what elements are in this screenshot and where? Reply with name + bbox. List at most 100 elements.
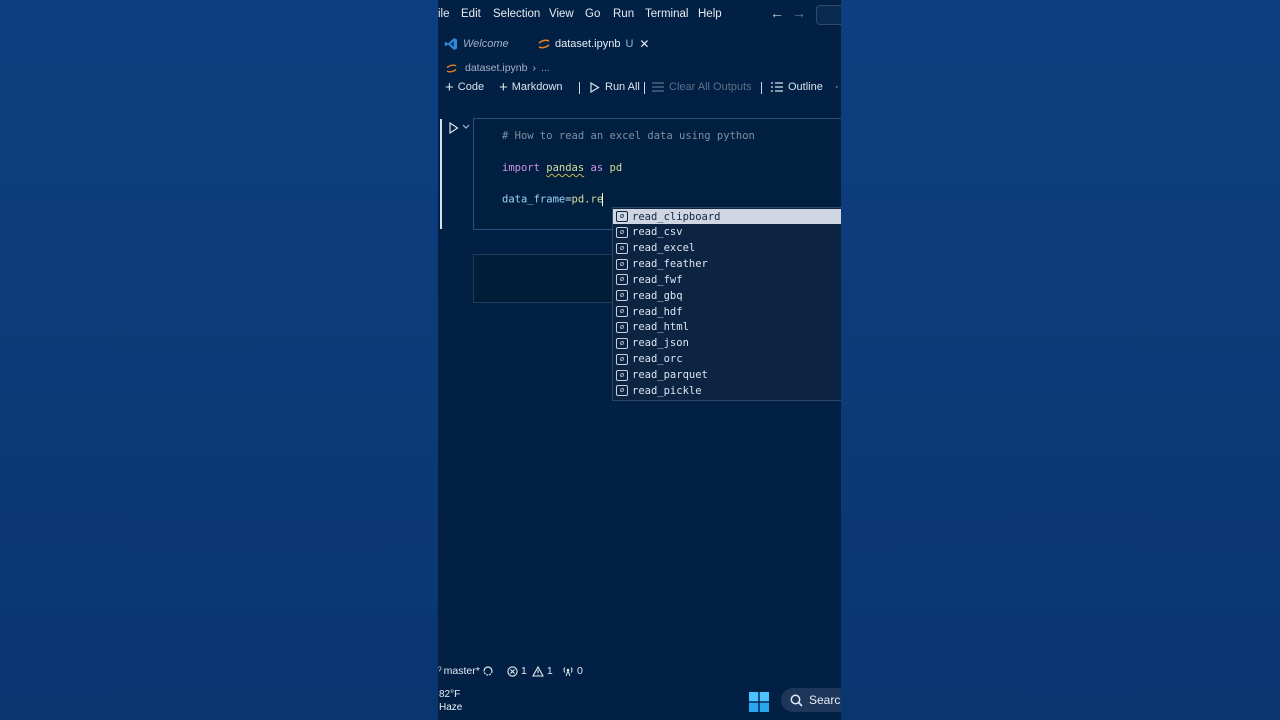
breadcrumb-file[interactable]: dataset.ipynb	[465, 62, 527, 74]
suggestion-item[interactable]: ø read_json	[613, 336, 841, 351]
more-actions-icon[interactable]: ·	[835, 81, 839, 93]
suggestion-label: read_feather	[632, 258, 708, 271]
vscode-logo-icon	[444, 38, 457, 50]
menu-selection[interactable]: Selection	[493, 8, 540, 20]
assign-expression: pd.re	[571, 193, 604, 206]
menu-go[interactable]: Go	[585, 8, 600, 20]
plus-icon: +	[445, 78, 454, 96]
tab-welcome[interactable]: Welcome	[444, 31, 536, 57]
suggestion-item[interactable]: ø read_html	[613, 320, 841, 335]
status-bar: ˀ master* 1 1 0	[438, 662, 841, 680]
outline-label: Outline	[788, 81, 823, 93]
untracked-badge: U	[625, 38, 634, 50]
clear-all-icon	[652, 82, 664, 92]
play-icon	[590, 81, 600, 93]
cell-focus-indicator	[440, 119, 442, 229]
toolbar-divider	[644, 82, 645, 94]
symbol-variable-icon: ø	[616, 369, 628, 381]
ports-count: 0	[577, 665, 583, 677]
arrow-left-icon[interactable]: ←	[770, 5, 784, 21]
os-taskbar: 82°F Haze Search	[438, 682, 841, 720]
error-icon	[507, 665, 518, 677]
suggestion-item[interactable]: ø read_feather	[613, 257, 841, 272]
search-label: Search	[809, 693, 841, 707]
code-comment: # How to read an excel data using python	[502, 130, 755, 142]
suggestion-item[interactable]: ø read_fwf	[613, 272, 841, 287]
tab-dataset-label: dataset.ipynb	[555, 38, 621, 50]
tab-welcome-label: Welcome	[463, 38, 509, 50]
breadcrumb: dataset.ipynb › ...	[446, 61, 550, 75]
symbol-variable-icon: ø	[616, 321, 628, 333]
menu-help[interactable]: Help	[698, 8, 722, 20]
command-center[interactable]	[816, 5, 841, 25]
toolbar-divider	[761, 82, 762, 94]
arrow-right-icon[interactable]: →	[792, 5, 806, 21]
suggestion-label: read_pickle	[632, 384, 702, 397]
toolbar-divider	[579, 82, 580, 94]
menu-file[interactable]: ile	[438, 8, 450, 20]
notebook-icon	[538, 39, 550, 49]
suggestion-item[interactable]: ø read_excel	[613, 241, 841, 256]
suggestion-label: read_fwf	[632, 273, 683, 286]
suggestion-item[interactable]: ø read_pickle	[613, 383, 841, 398]
menu-view[interactable]: View	[549, 8, 574, 20]
run-all-label: Run All	[605, 81, 640, 93]
suggest-widget: ø read_clipboard ø read_csv ø read_excel ø read…	[612, 207, 841, 401]
search-icon	[790, 694, 803, 707]
breadcrumb-more[interactable]: ...	[541, 62, 550, 74]
symbol-variable-icon: ø	[616, 337, 628, 349]
suggestion-item[interactable]: ø read_parquet	[613, 368, 841, 383]
outline-button[interactable]: Outline	[771, 81, 823, 93]
clear-all-outputs-button[interactable]: Clear All Outputs	[652, 81, 752, 93]
symbol-variable-icon: ø	[616, 290, 628, 302]
keyword-import: import	[502, 162, 540, 174]
symbol-variable-icon: ø	[616, 242, 628, 254]
code-import-line: import pandas as pd	[502, 162, 622, 174]
variable-name: data_frame	[502, 193, 566, 206]
menu-terminal[interactable]: Terminal	[645, 8, 688, 20]
text-cursor	[602, 193, 604, 206]
weather-widget[interactable]: 82°F Haze	[439, 688, 462, 714]
suggestion-label: read_csv	[632, 226, 683, 239]
run-cell-icon[interactable]	[448, 122, 459, 134]
editor-tabs: Welcome dataset.ipynb U ✕	[438, 31, 841, 57]
menu-edit[interactable]: Edit	[461, 8, 481, 20]
sync-icon	[483, 666, 493, 676]
add-markdown-cell-button[interactable]: + Markdown	[499, 78, 563, 96]
plus-icon: +	[499, 78, 508, 96]
suggestion-item[interactable]: ø read_orc	[613, 352, 841, 367]
broadcast-icon	[563, 666, 573, 676]
symbol-variable-icon: ø	[616, 274, 628, 286]
chevron-right-icon: ›	[532, 62, 536, 74]
run-all-button[interactable]: Run All	[589, 81, 640, 93]
suggestion-item[interactable]: ø read_clipboard	[613, 209, 841, 224]
suggestion-label: read_orc	[632, 353, 683, 366]
windows-start-icon[interactable]	[749, 692, 769, 712]
suggestion-item[interactable]: ø read_csv	[613, 225, 841, 240]
symbol-variable-icon: ø	[616, 353, 628, 365]
left-background	[0, 0, 438, 720]
list-icon	[771, 82, 783, 92]
suggestion-item[interactable]: ø read_hdf	[613, 304, 841, 319]
vscode-window: ile Edit Selection View Go Run Terminal …	[438, 0, 841, 720]
close-icon[interactable]: ✕	[639, 37, 649, 51]
keyword-as: as	[590, 162, 604, 174]
chevron-down-icon[interactable]	[462, 124, 470, 130]
problems-button[interactable]: 1 1	[507, 665, 553, 677]
warning-icon	[531, 665, 544, 677]
notebook-icon	[446, 63, 457, 73]
symbol-variable-icon: ø	[616, 211, 628, 222]
git-branch-button[interactable]: ˀ master*	[438, 665, 496, 677]
error-count: 1	[521, 665, 527, 677]
menu-run[interactable]: Run	[613, 8, 634, 20]
suggestion-label: read_json	[632, 337, 689, 350]
symbol-variable-icon: ø	[616, 226, 628, 238]
tab-dataset[interactable]: dataset.ipynb U ✕	[538, 31, 663, 57]
add-markdown-label: Markdown	[511, 81, 563, 93]
weather-temperature: 82°F	[439, 689, 461, 700]
ports-button[interactable]: 0	[562, 665, 583, 677]
symbol-variable-icon: ø	[616, 385, 628, 397]
add-code-cell-button[interactable]: + Code	[445, 78, 484, 96]
taskbar-search[interactable]: Search	[781, 688, 841, 712]
suggestion-item[interactable]: ø read_gbq	[613, 288, 841, 303]
